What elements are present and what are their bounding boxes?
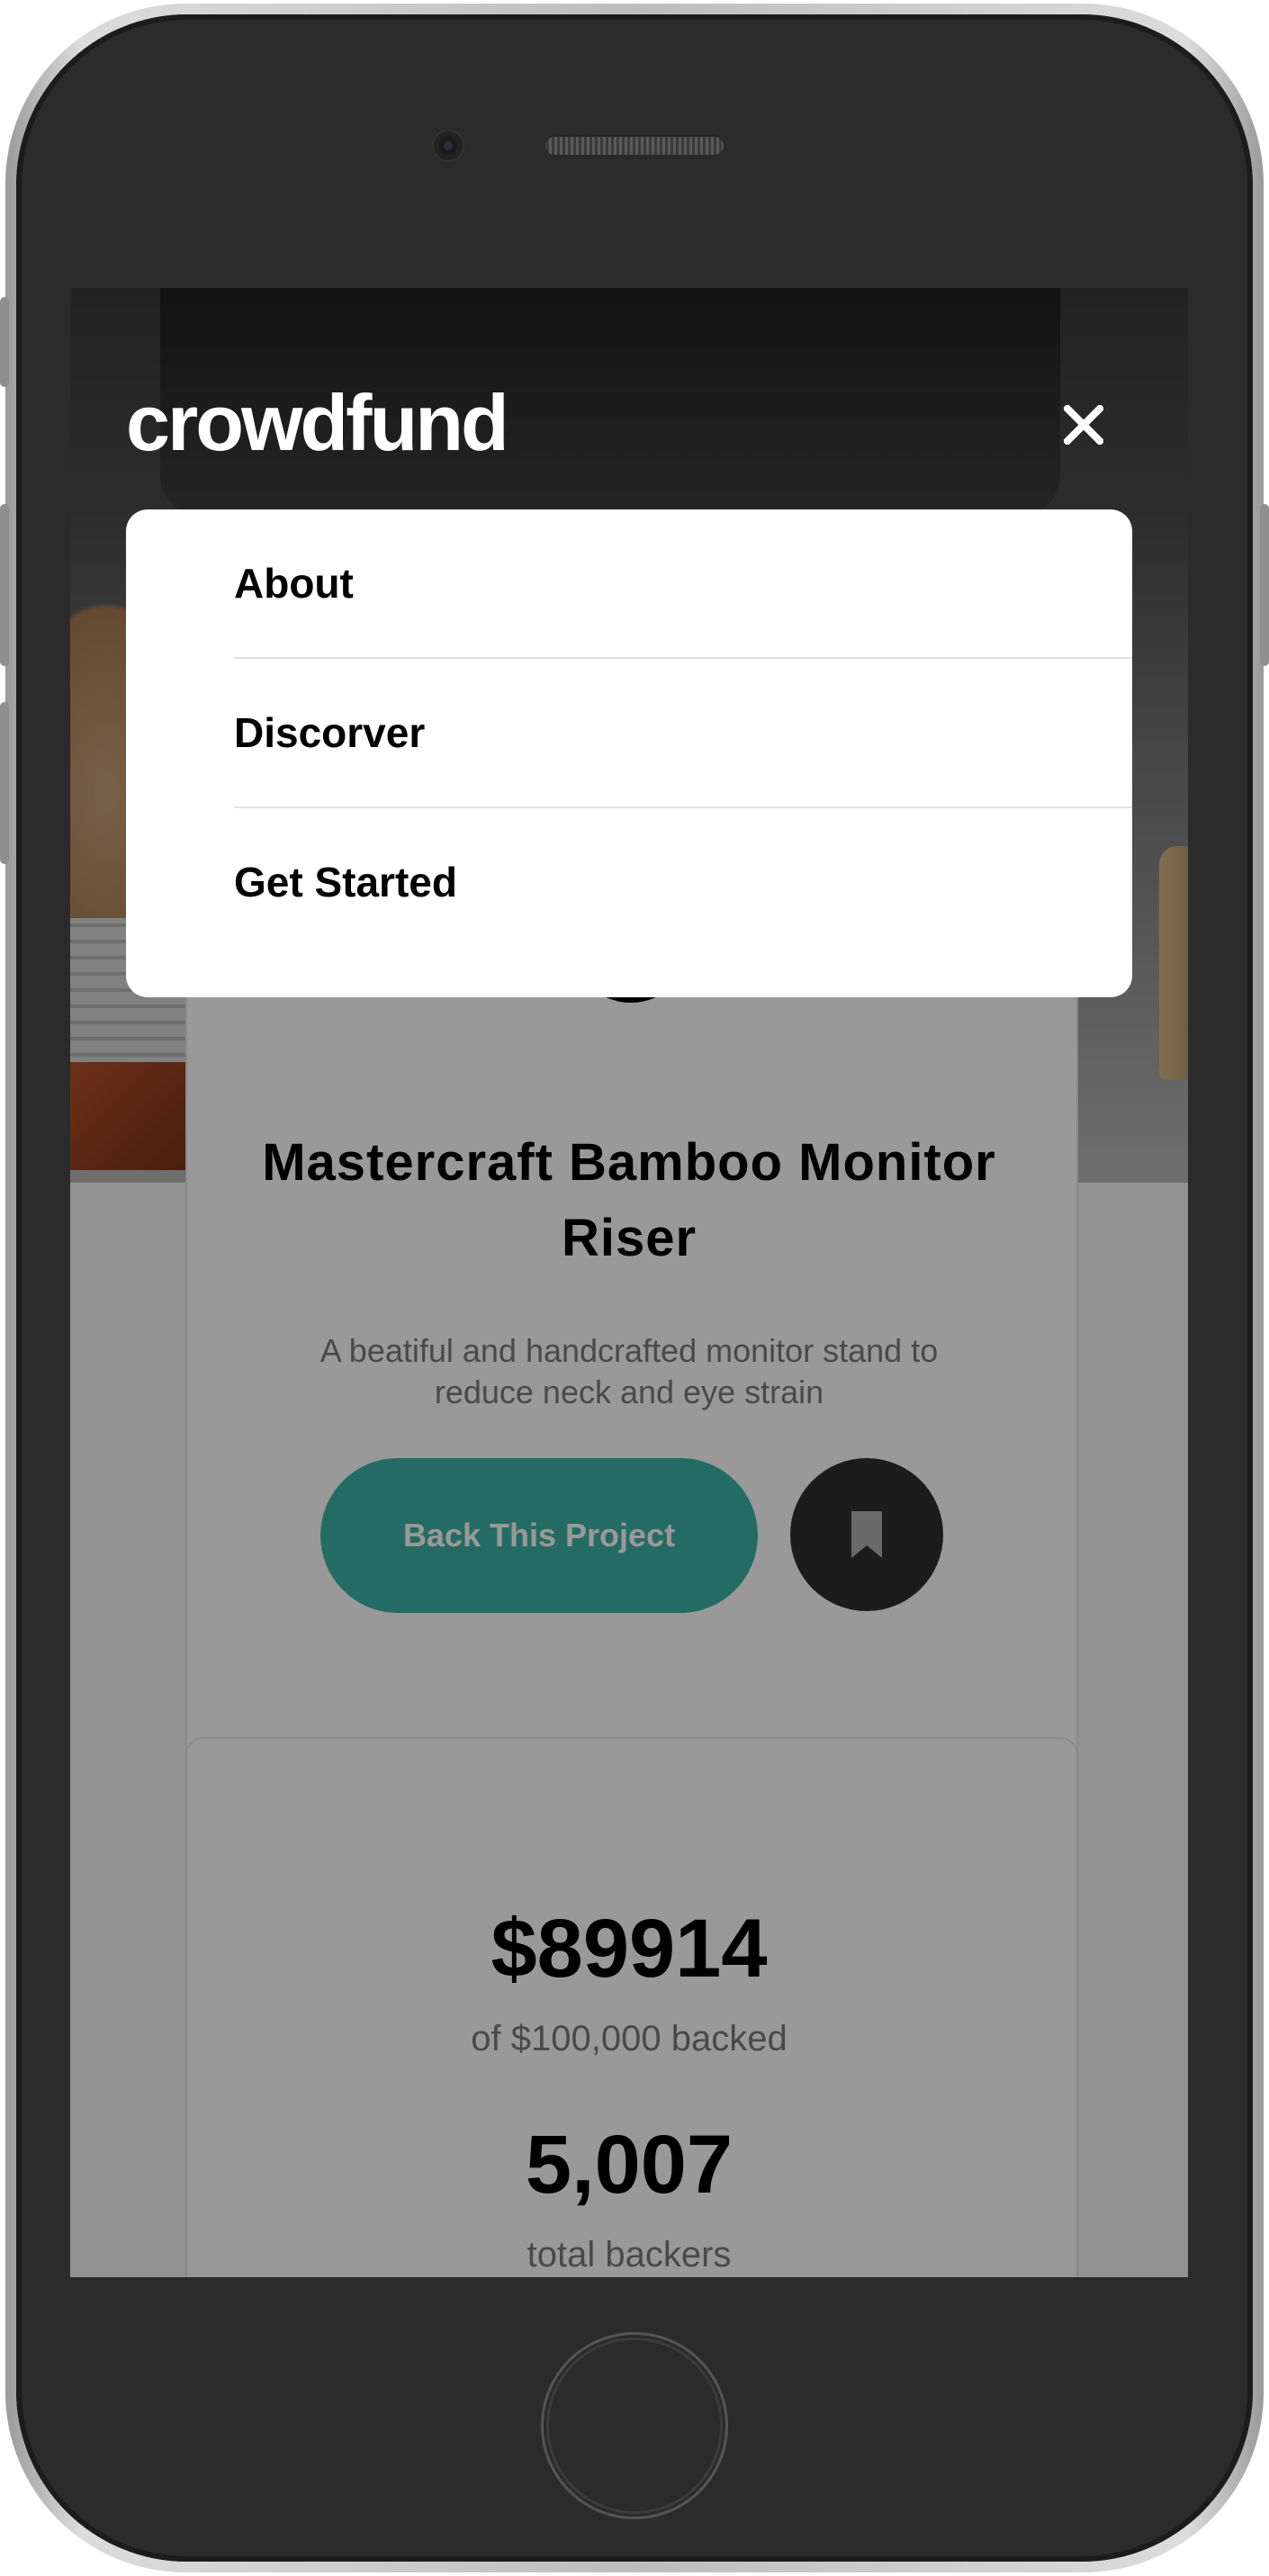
menu-item-get-started[interactable]: Get Started — [234, 808, 1132, 956]
earpiece-speaker — [544, 135, 725, 157]
screen: Mastercraft Bamboo Monitor Riser A beati… — [70, 288, 1188, 2277]
phone-side-button-right — [1260, 504, 1269, 666]
close-icon — [1064, 405, 1103, 445]
menu-item-about[interactable]: About — [234, 509, 1132, 657]
home-button[interactable] — [544, 2335, 725, 2517]
brand-logo[interactable]: crowdfund — [126, 378, 509, 468]
nav-menu: About Discorver Get Started — [126, 509, 1132, 997]
phone-side-button-left-mid — [0, 504, 9, 666]
close-menu-button[interactable] — [1058, 400, 1109, 450]
phone-side-button-left-top — [0, 297, 9, 387]
phone-side-button-left-low — [0, 702, 9, 864]
front-camera — [434, 131, 463, 160]
menu-item-discover[interactable]: Discorver — [234, 659, 1132, 806]
